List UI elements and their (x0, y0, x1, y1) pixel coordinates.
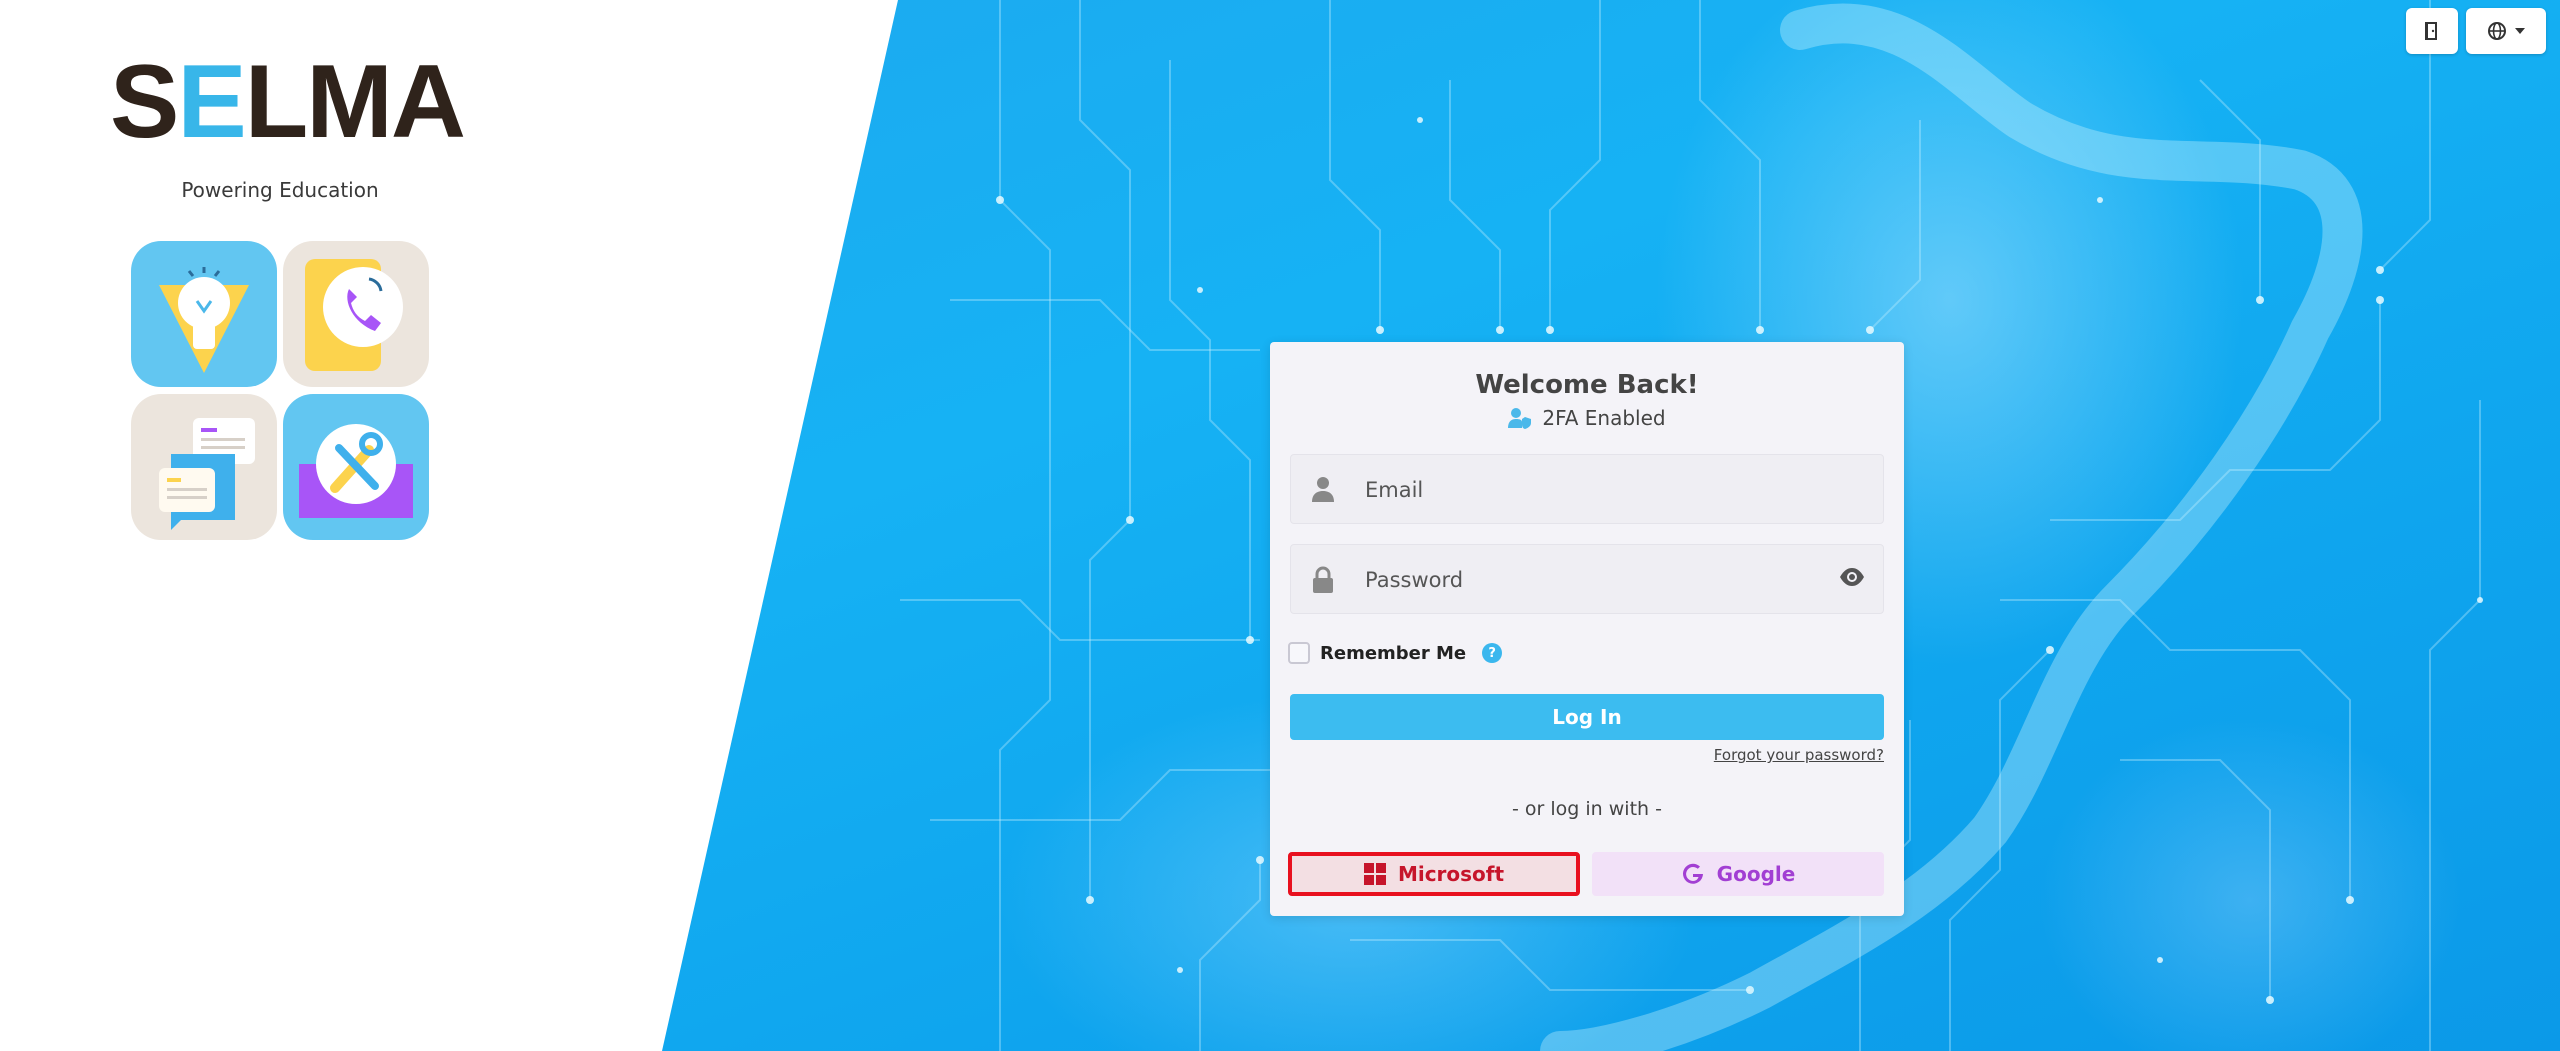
logo-letter-e: E (177, 44, 246, 160)
eye-icon[interactable] (1839, 567, 1865, 587)
tools-tile-icon (283, 394, 429, 540)
login-title: Welcome Back! (1475, 370, 1699, 400)
remember-me: Remember Me ? (1288, 642, 1503, 664)
remember-checkbox[interactable] (1288, 642, 1310, 664)
microsoft-login-button[interactable]: Microsoft (1288, 852, 1580, 896)
email-field (1290, 454, 1884, 525)
exit-button[interactable] (2406, 8, 2458, 54)
user-shield-icon (1508, 408, 1532, 429)
login-page: SELMA Powering Education Welcome Back! 2… (0, 0, 2560, 1051)
globe-icon (2488, 22, 2506, 40)
logo-letter-s: S (110, 44, 179, 160)
tagline: Powering Education (181, 178, 379, 202)
help-icon[interactable]: ? (1482, 643, 1503, 663)
user-icon (1312, 477, 1334, 502)
forgot-password-link[interactable]: Forgot your password? (1714, 746, 1884, 764)
language-dropdown[interactable] (2466, 8, 2546, 54)
google-login-button[interactable]: Google (1592, 852, 1884, 896)
phone-tile-icon (283, 241, 429, 387)
sso-divider: - or log in with - (1512, 798, 1662, 820)
microsoft-label: Microsoft (1397, 862, 1505, 886)
windows-icon (1363, 863, 1386, 885)
remember-label[interactable]: Remember Me (1320, 643, 1466, 664)
twofa-status: 2FA Enabled (1270, 406, 1904, 430)
caret-down-icon (2515, 28, 2525, 34)
google-icon (1682, 863, 1703, 884)
email-input[interactable] (1363, 455, 1837, 525)
google-label: Google (1716, 862, 1796, 886)
login-button[interactable]: Log In (1290, 694, 1884, 740)
chat-tile-icon (131, 394, 277, 540)
password-field (1290, 544, 1884, 615)
lightbulb-tile-icon (131, 241, 277, 387)
logo-letters-lma: LMA (244, 44, 466, 160)
door-icon (2425, 22, 2437, 40)
lock-icon (1313, 566, 1333, 593)
password-input[interactable] (1363, 545, 1837, 615)
twofa-label: 2FA Enabled (1542, 406, 1666, 430)
selma-logo: SELMA (110, 50, 466, 154)
login-card: Welcome Back! 2FA Enabled Email Remember… (1270, 342, 1904, 916)
